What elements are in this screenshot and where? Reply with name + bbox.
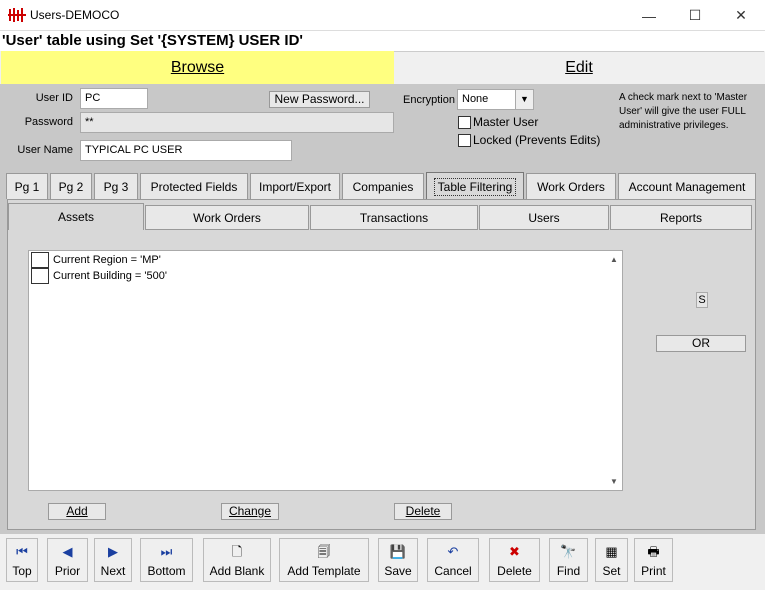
- next-button[interactable]: ▶ Next: [94, 538, 132, 582]
- tab-table-filtering[interactable]: Table Filtering: [426, 172, 524, 200]
- delete-button[interactable]: ✖ Delete: [489, 538, 540, 582]
- master-user-label: Master User: [473, 115, 539, 129]
- user-name-label: User Name: [17, 144, 73, 156]
- filter-list[interactable]: Current Region = 'MP' Current Building =…: [28, 250, 623, 491]
- master-user-checkbox[interactable]: [458, 116, 471, 129]
- or-button[interactable]: OR: [656, 335, 746, 352]
- table-title: 'User' table using Set '{SYSTEM} USER ID…: [0, 31, 765, 51]
- browse-mode-button[interactable]: Browse: [1, 51, 394, 84]
- scroll-down-icon[interactable]: ▼: [610, 477, 618, 486]
- add-blank-button[interactable]: 🗋 Add Blank: [203, 538, 271, 582]
- add-template-button[interactable]: 🗐 Add Template: [279, 538, 369, 582]
- cancel-button[interactable]: ↶ Cancel: [427, 538, 479, 582]
- locked-label: Locked (Prevents Edits): [473, 133, 601, 147]
- tab-protected-fields[interactable]: Protected Fields: [140, 173, 248, 199]
- subtab-users[interactable]: Users: [479, 205, 609, 230]
- subtab-reports[interactable]: Reports: [610, 205, 752, 230]
- save-button[interactable]: 💾 Save: [378, 538, 418, 582]
- list-item[interactable]: Current Building = '500': [31, 268, 167, 284]
- top-button[interactable]: ⏮ Top: [6, 538, 38, 582]
- encryption-label: Encryption: [403, 94, 455, 106]
- title-bar: Users-DEMOCO — ☐ ✕: [0, 0, 765, 31]
- bottom-button[interactable]: ⏭ Bottom: [140, 538, 193, 582]
- subtab-work-orders[interactable]: Work Orders: [145, 205, 309, 230]
- find-button[interactable]: 🔭 Find: [549, 538, 588, 582]
- list-item-checkbox[interactable]: [31, 268, 49, 284]
- blank-page-icon: 🗋: [231, 544, 243, 559]
- first-icon: ⏮: [16, 544, 28, 559]
- change-filter-button[interactable]: Change: [221, 503, 279, 520]
- binoculars-icon: 🔭: [560, 544, 577, 559]
- subtab-transactions[interactable]: Transactions: [310, 205, 478, 230]
- window-title: Users-DEMOCO: [30, 8, 120, 22]
- list-item-checkbox[interactable]: [31, 252, 49, 268]
- tab-companies[interactable]: Companies: [342, 173, 424, 199]
- new-password-button[interactable]: New Password...: [269, 91, 370, 108]
- prev-icon: ◀: [62, 544, 73, 559]
- edit-mode-button[interactable]: Edit: [394, 51, 764, 84]
- s-button[interactable]: S: [696, 292, 708, 308]
- tab-pg3[interactable]: Pg 3: [94, 173, 138, 199]
- user-id-label: User ID: [35, 92, 73, 104]
- prior-button[interactable]: ◀ Prior: [47, 538, 88, 582]
- tab-import-export[interactable]: Import/Export: [250, 173, 340, 199]
- chevron-down-icon[interactable]: ▼: [515, 90, 533, 109]
- template-icon: 🗐: [317, 544, 331, 559]
- set-button[interactable]: ▦ Set: [595, 538, 628, 582]
- print-button[interactable]: 🖶 Print: [634, 538, 673, 582]
- subtab-assets[interactable]: Assets: [8, 203, 144, 230]
- list-item[interactable]: Current Region = 'MP': [31, 252, 161, 268]
- app-icon: [8, 8, 26, 22]
- print-preview-icon: 🖶: [647, 544, 660, 559]
- master-user-hint: A check mark next to 'Master User' will …: [619, 92, 748, 131]
- user-id-field[interactable]: PC: [80, 88, 148, 109]
- list-item-label: Current Region = 'MP': [53, 254, 161, 266]
- locked-checkbox[interactable]: [458, 134, 471, 147]
- scroll-up-icon[interactable]: ▲: [610, 255, 618, 264]
- encryption-value: None: [462, 93, 489, 105]
- tab-pg2[interactable]: Pg 2: [50, 173, 92, 199]
- save-icon: 💾: [389, 544, 407, 559]
- list-item-label: Current Building = '500': [53, 270, 167, 282]
- user-name-field[interactable]: TYPICAL PC USER: [80, 140, 292, 161]
- maximize-button[interactable]: ☐: [672, 0, 718, 31]
- vertical-scrollbar[interactable]: ▲ ▼: [606, 251, 622, 490]
- next-icon: ▶: [108, 544, 118, 559]
- set-icon: ▦: [605, 544, 618, 559]
- undo-icon: ↶: [447, 544, 459, 559]
- delete-filter-button[interactable]: Delete: [394, 503, 452, 520]
- tab-account-management[interactable]: Account Management: [618, 173, 756, 199]
- password-label: Password: [24, 116, 73, 128]
- last-icon: ⏭: [160, 544, 173, 559]
- minimize-button[interactable]: —: [626, 0, 672, 31]
- tab-work-orders[interactable]: Work Orders: [526, 173, 616, 199]
- add-filter-button[interactable]: Add: [48, 503, 106, 520]
- encryption-select[interactable]: None ▼: [457, 89, 534, 110]
- delete-x-icon: ✖: [509, 544, 520, 559]
- tab-pg1[interactable]: Pg 1: [6, 173, 48, 199]
- password-field[interactable]: **: [80, 112, 394, 133]
- close-button[interactable]: ✕: [718, 0, 764, 31]
